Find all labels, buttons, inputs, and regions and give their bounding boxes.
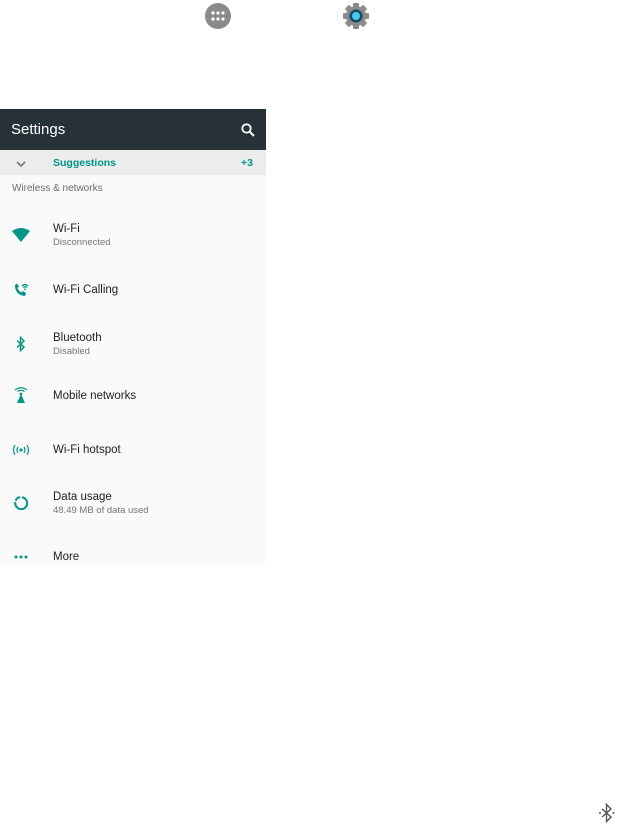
item-label: Bluetooth xyxy=(53,331,102,344)
more-icon xyxy=(11,547,31,564)
item-label: More xyxy=(53,551,80,563)
settings-item-wifi[interactable]: Wi-Fi Disconnected xyxy=(0,219,266,251)
suggestions-row[interactable]: Suggestions +3 xyxy=(0,150,266,175)
item-label: Wi-Fi Calling xyxy=(53,284,119,296)
settings-gear-icon[interactable] xyxy=(342,2,370,30)
wifi-icon xyxy=(11,225,31,245)
item-label: Wi-Fi hotspot xyxy=(53,444,121,456)
settings-item-more[interactable]: More xyxy=(0,547,266,564)
settings-item-bluetooth[interactable]: Bluetooth Disabled xyxy=(0,329,266,359)
settings-screen: Settings Suggestions +3 Wireless & netwo… xyxy=(0,109,266,564)
item-label: Mobile networks xyxy=(53,390,137,402)
item-summary: Disconnected xyxy=(53,236,111,248)
settings-item-data-usage[interactable]: Data usage 48.49 MB of data used xyxy=(0,488,266,518)
settings-item-wifi-hotspot[interactable]: Wi-Fi hotspot xyxy=(0,440,266,460)
section-header-wireless: Wireless & networks xyxy=(12,183,103,194)
bluetooth-icon xyxy=(11,334,31,354)
apps-icon[interactable] xyxy=(204,2,232,30)
settings-item-mobile-networks[interactable]: Mobile networks xyxy=(0,386,266,406)
search-icon[interactable] xyxy=(240,122,256,138)
item-summary: Disabled xyxy=(53,345,90,357)
settings-item-wifi-calling[interactable]: Wi-Fi Calling xyxy=(0,280,266,300)
item-summary: 48.49 MB of data used xyxy=(53,504,149,516)
toolbar: Settings xyxy=(0,109,266,150)
item-label: Wi-Fi xyxy=(53,222,80,235)
data-usage-icon xyxy=(11,493,31,513)
suggestions-label: Suggestions xyxy=(53,156,117,169)
bluetooth-status-icon xyxy=(596,802,618,824)
wifi-calling-icon xyxy=(11,280,31,300)
chevron-down-icon[interactable] xyxy=(15,157,27,169)
suggestions-count: +3 xyxy=(241,156,253,169)
item-label: Data usage xyxy=(53,490,112,503)
page-title: Settings xyxy=(11,121,66,138)
hotspot-icon xyxy=(11,440,31,460)
mobile-networks-icon xyxy=(11,386,31,406)
